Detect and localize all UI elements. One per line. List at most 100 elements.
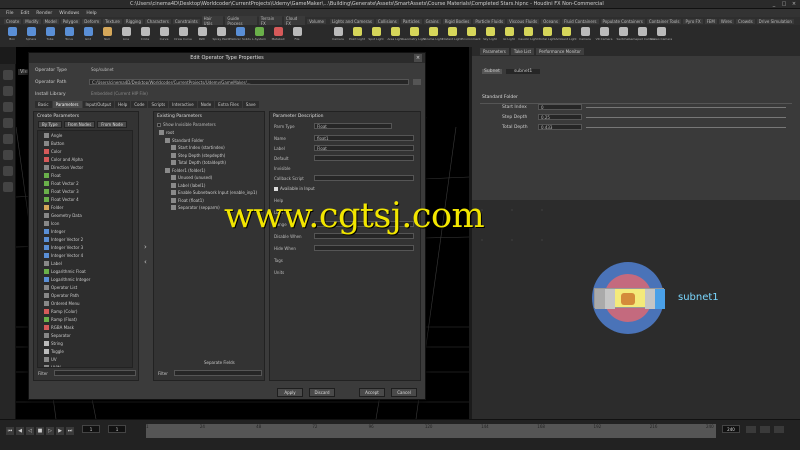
- realtime-toggle-icon[interactable]: [774, 426, 784, 433]
- scale-tool-icon[interactable]: [2, 118, 13, 128]
- menu-file[interactable]: File: [6, 11, 14, 16]
- shelf-tool-l-system[interactable]: L-System: [251, 27, 267, 45]
- shelf-tool-area-light[interactable]: Area Light: [387, 27, 403, 45]
- shelf-tool-grid[interactable]: Grid: [80, 27, 96, 45]
- shelf-tool-portal-light[interactable]: Portal Light: [538, 27, 556, 45]
- shelf-tool-spray-paint[interactable]: Spray Paint: [212, 27, 230, 45]
- parameter-type-item[interactable]: Float Vector 2: [38, 179, 132, 187]
- parameter-type-item[interactable]: Color and Alpha: [38, 155, 132, 163]
- shelf-tool-torus[interactable]: Torus: [61, 27, 77, 45]
- timeline-track[interactable]: 1 24 48 72 96 120 144 168 192 216 240: [146, 424, 716, 438]
- cancel-button[interactable]: Cancel: [391, 388, 417, 397]
- shelf-tab-modify[interactable]: Modify: [23, 18, 41, 24]
- shelf-tab-fem[interactable]: FEM: [704, 18, 717, 24]
- create-filter-input[interactable]: [54, 370, 136, 376]
- shelf-tab-texture[interactable]: Texture: [103, 18, 122, 24]
- parameter-type-item[interactable]: UVW: [38, 363, 132, 367]
- tab-code[interactable]: Code: [131, 101, 148, 108]
- audio-icon[interactable]: [760, 426, 770, 433]
- parameter-type-item[interactable]: UV: [38, 355, 132, 363]
- existing-parameter-item[interactable]: Folder1 (folder1): [157, 167, 261, 175]
- parameter-type-item[interactable]: Button: [38, 139, 132, 147]
- name-field[interactable]: float1: [314, 135, 414, 141]
- accept-button[interactable]: Accept: [359, 388, 385, 397]
- shelf-tool-distant-light[interactable]: Distant Light: [442, 27, 462, 45]
- shelf-tab-particles[interactable]: Particles: [400, 18, 422, 24]
- apply-button[interactable]: Apply: [277, 388, 303, 397]
- tab-interactive[interactable]: Interactive: [169, 101, 197, 108]
- shelf-tool-draw-curve[interactable]: Draw Curve: [174, 27, 192, 45]
- shelf-tab-particle-fluids[interactable]: Particle Fluids: [473, 18, 506, 24]
- parm-type-select[interactable]: Float: [314, 123, 392, 129]
- discard-button[interactable]: Discard: [309, 388, 335, 397]
- tab-help[interactable]: Help: [115, 101, 131, 108]
- total-depth-field[interactable]: 0.433: [538, 124, 582, 130]
- tab-extra-files[interactable]: Extra Files: [215, 101, 242, 108]
- parameter-type-item[interactable]: Integer Vector 2: [38, 235, 132, 243]
- parameter-type-item[interactable]: Float: [38, 171, 132, 179]
- select-tool-icon[interactable]: [2, 70, 13, 80]
- shelf-tool-camera[interactable]: Camera: [330, 27, 346, 45]
- from-nodes-button[interactable]: From Nodes: [63, 121, 96, 128]
- jump-end-icon[interactable]: ⏭: [66, 427, 74, 435]
- tab-node[interactable]: Node: [197, 101, 215, 108]
- parameter-type-item[interactable]: Logarithmic Float: [38, 267, 132, 275]
- operator-path-field[interactable]: C:/Users/cinema4D/Desktop/Worldcoder/Cur…: [89, 79, 409, 85]
- parameter-type-item[interactable]: Angle: [38, 131, 132, 139]
- shelf-tab-rigging[interactable]: Rigging: [123, 18, 143, 24]
- existing-parameters-tree[interactable]: root Standard Folder Start Index (startind…: [157, 129, 261, 354]
- shelf-tool-volume-light[interactable]: Volume Light: [423, 27, 443, 45]
- parameter-type-item[interactable]: Icon: [38, 219, 132, 227]
- parameter-type-item[interactable]: Toggle: [38, 347, 132, 355]
- shelf-tab-lights-and-cameras[interactable]: Lights and Cameras: [330, 18, 374, 24]
- remove-parameter-arrow-icon[interactable]: ‹: [144, 258, 147, 266]
- shelf-tool-vr-camera[interactable]: VR Camera: [596, 27, 612, 45]
- parameter-type-item[interactable]: Float Vector 3: [38, 187, 132, 195]
- default-field[interactable]: [314, 155, 414, 161]
- shelf-tab-create[interactable]: Create: [4, 18, 22, 24]
- label-field[interactable]: Float: [314, 145, 414, 151]
- shelf-tool-ambient-light[interactable]: Ambient Light: [555, 27, 577, 45]
- key-icon[interactable]: [746, 426, 756, 433]
- parameter-type-item[interactable]: Folder: [38, 203, 132, 211]
- view-tool-icon[interactable]: [2, 166, 13, 176]
- pose-tool-icon[interactable]: [2, 150, 13, 160]
- shelf-tool-sky-light[interactable]: Sky Light: [482, 27, 498, 45]
- shelf-tab-characters[interactable]: Characters: [144, 18, 171, 24]
- shelf-tab-crowds[interactable]: Crowds: [735, 18, 755, 24]
- standard-folder-tab[interactable]: Standard Folder: [482, 95, 518, 100]
- pane-tab-take-list[interactable]: Take List: [510, 48, 535, 55]
- available-in-input-toggle[interactable]: Available in Input: [274, 186, 315, 191]
- shelf-tab-grains[interactable]: Grains: [423, 18, 441, 24]
- node-name-field[interactable]: subnet1: [505, 69, 541, 74]
- handle-tool-icon[interactable]: [2, 134, 13, 144]
- step-depth-slider[interactable]: [586, 117, 786, 118]
- parameter-type-list[interactable]: Angle Button Color Color and Alpha Direction…: [37, 130, 133, 368]
- existing-parameter-item[interactable]: Start Index (startindex): [157, 144, 261, 152]
- rotate-tool-icon[interactable]: [2, 102, 13, 112]
- tab-input-output[interactable]: Input/Output: [82, 101, 115, 108]
- pane-tab-performance-monitor[interactable]: Performance Monitor: [536, 48, 584, 55]
- shelf-tool-file[interactable]: File: [289, 27, 305, 45]
- shelf-tool-geometry-light[interactable]: Geometry Light: [402, 27, 426, 45]
- shelf-tab-container-tools[interactable]: Container Tools: [646, 18, 682, 24]
- jump-start-icon[interactable]: ⏮: [6, 427, 14, 435]
- shelf-tool-platonic-solids[interactable]: Platonic Solids: [229, 27, 251, 45]
- shelf-tab-volume[interactable]: Volume: [307, 18, 326, 24]
- shelf-tab-rigid-bodies[interactable]: Rigid Bodies: [442, 18, 472, 24]
- shelf-tool-line[interactable]: Line: [118, 27, 134, 45]
- start-index-slider[interactable]: [586, 107, 786, 108]
- existing-filter-input[interactable]: [174, 370, 262, 376]
- pane-tab-parameters[interactable]: Parameters: [480, 48, 509, 55]
- start-index-field[interactable]: 0: [538, 104, 582, 110]
- shelf-tool-stereo-camera[interactable]: Stereo Camera: [650, 27, 672, 45]
- from-node-button[interactable]: From Node: [97, 121, 127, 128]
- snap-tool-icon[interactable]: [2, 182, 13, 192]
- tab-save[interactable]: Save: [242, 101, 259, 108]
- node-display-flag[interactable]: [655, 289, 665, 309]
- shelf-tab-drive-simulation[interactable]: Drive Simulation: [756, 18, 794, 24]
- shelf-tab-deform[interactable]: Deform: [82, 18, 102, 24]
- parameter-type-item[interactable]: Ramp (Float): [38, 315, 132, 323]
- parameter-type-item[interactable]: Operator List: [38, 283, 132, 291]
- start-frame-field[interactable]: 1: [108, 425, 126, 433]
